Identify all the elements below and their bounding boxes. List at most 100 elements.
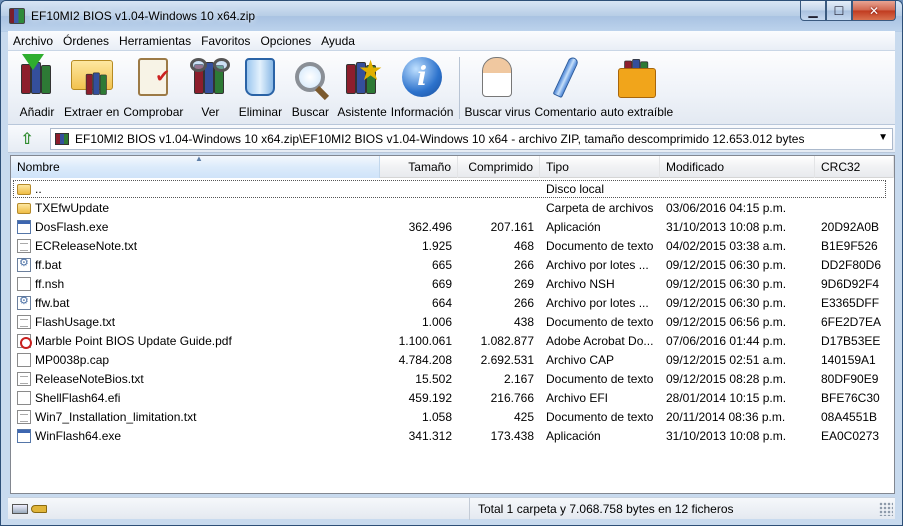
cell-size-text: 15.502 [415, 371, 452, 386]
drive-icon[interactable] [12, 503, 28, 514]
cell-size: 4.784.208 [380, 350, 458, 369]
virus-scan-button[interactable]: Buscar virus [464, 51, 530, 123]
table-row[interactable]: ReleaseNoteBios.txt 15.502 2.167 Documento … [11, 369, 894, 388]
title-bar[interactable]: EF10MI2 BIOS v1.04-Windows 10 x64.zip ▁ … [1, 1, 902, 31]
sfx-button[interactable]: auto extraíble [600, 51, 674, 123]
cell-modified [660, 179, 815, 198]
cell-name-text: .. [35, 181, 42, 196]
cell-size: 664 [380, 293, 458, 312]
view-button[interactable]: Ver [187, 51, 233, 123]
cell-modified-text: 09/12/2015 08:28 p.m. [666, 371, 787, 386]
minimize-button[interactable]: ▁ [800, 1, 826, 21]
menu-archivo[interactable]: Archivo [8, 34, 58, 48]
cell-crc-text: 140159A1 [821, 352, 876, 367]
cell-compressed-text: 1.082.877 [480, 333, 534, 348]
add-button[interactable]: Añadir [14, 51, 60, 123]
column-header-modified[interactable]: Modificado [660, 156, 815, 178]
cell-crc-text: 80DF90E9 [821, 371, 879, 386]
wizard-button[interactable]: ★ Asistente [337, 51, 386, 123]
menu-herramientas[interactable]: Herramientas [114, 34, 196, 48]
column-header-type-label: Tipo [546, 160, 569, 174]
cell-crc: DD2F80D6 [815, 255, 894, 274]
cell-modified-text: 28/01/2014 10:15 p.m. [666, 390, 787, 405]
table-row[interactable]: ff.nsh 669 269 Archivo NSH 09/12/2015 06:30 … [11, 274, 894, 293]
menu-favoritos[interactable]: Favoritos [196, 34, 255, 48]
cell-compressed-text: 438 [513, 314, 534, 329]
search-magnifier-icon [287, 54, 333, 101]
cell-size [380, 179, 458, 198]
cell-type-text: Adobe Acrobat Do... [546, 333, 654, 348]
window-controls: ▁ ☐ ✕ [800, 1, 896, 21]
cell-crc: 20D92A0B [815, 217, 894, 236]
cell-name-text: DosFlash.exe [35, 219, 109, 234]
window-title: EF10MI2 BIOS v1.04-Windows 10 x64.zip [31, 9, 256, 23]
table-row[interactable]: Win7_Installation_limitation.txt 1.058 425… [11, 407, 894, 426]
find-button-label: Buscar [291, 105, 330, 119]
table-row[interactable]: MP0038p.cap 4.784.208 2.692.531 Archivo CAP… [11, 350, 894, 369]
status-icons [8, 497, 470, 520]
cell-size-text: 664 [431, 295, 452, 310]
menu-ordenes[interactable]: Órdenes [58, 34, 114, 48]
sfx-button-label: auto extraíble [600, 105, 674, 119]
table-row[interactable]: Marble Point BIOS Update Guide.pdf 1.100.… [11, 331, 894, 350]
cell-name: ECReleaseNote.txt [11, 236, 380, 255]
table-row[interactable]: ff.bat 665 266 Archivo por lotes ... 09/12/2… [11, 255, 894, 274]
chevron-down-icon[interactable]: ▼ [878, 132, 888, 143]
table-row[interactable]: ffw.bat 664 266 Archivo por lotes ... 09/12/… [11, 293, 894, 312]
table-row[interactable]: .. Disco local [11, 179, 894, 198]
column-header-crc[interactable]: CRC32 [815, 156, 894, 178]
comment-button[interactable]: Comentario [534, 51, 597, 123]
table-row[interactable]: TXEfwUpdate Carpeta de archivos 03/06/2016… [11, 198, 894, 217]
menu-opciones[interactable]: Opciones [255, 34, 316, 48]
cell-name-text: ECReleaseNote.txt [35, 238, 138, 253]
test-button[interactable]: ✔ Comprobar [123, 51, 183, 123]
cell-type: Archivo NSH [540, 274, 660, 293]
table-row[interactable]: ECReleaseNote.txt 1.925 468 Documento de te… [11, 236, 894, 255]
cell-compressed [458, 179, 540, 198]
column-header-size[interactable]: Tamaño [380, 156, 458, 178]
folder-icon [17, 203, 31, 214]
cell-size: 362.496 [380, 217, 458, 236]
column-header-compressed[interactable]: Comprimido [458, 156, 540, 178]
doctor-shape [482, 57, 513, 97]
resize-grip[interactable] [879, 501, 893, 516]
cell-compressed-text: 266 [513, 295, 534, 310]
cell-modified-text: 09/12/2015 06:30 p.m. [666, 276, 787, 291]
cell-name: .. [11, 179, 380, 198]
cell-type: Disco local [540, 179, 660, 198]
extract-button[interactable]: Extraer en [64, 51, 119, 123]
sfx-gift-icon [614, 54, 660, 100]
column-header-name[interactable]: ▲ Nombre [11, 154, 380, 178]
key-icon[interactable] [31, 504, 47, 513]
cell-crc-text: D17B53EE [821, 333, 881, 348]
cell-name-text: FlashUsage.txt [35, 314, 116, 329]
file-rows: .. Disco local TXEfwUpdate Carpeta de archi… [11, 179, 894, 445]
sort-ascending-icon: ▲ [195, 154, 203, 163]
comment-pen-icon [543, 54, 589, 100]
up-folder-button[interactable]: ⇧ [16, 128, 38, 150]
extract-button-label: Extraer en [64, 105, 120, 119]
maximize-button[interactable]: ☐ [826, 1, 852, 21]
cell-type: Archivo por lotes ... [540, 293, 660, 312]
delete-button[interactable]: Eliminar [237, 51, 283, 123]
find-button[interactable]: Buscar [287, 51, 333, 123]
close-button[interactable]: ✕ [852, 1, 896, 21]
table-row[interactable]: WinFlash64.exe 341.312 173.438 Aplicación 31… [11, 426, 894, 445]
menu-ayuda[interactable]: Ayuda [316, 34, 360, 48]
cell-modified-text: 09/12/2015 06:30 p.m. [666, 257, 787, 272]
virus-scan-icon [474, 54, 520, 100]
table-row[interactable]: ShellFlash64.efi 459.192 216.766 Archivo EF… [11, 388, 894, 407]
cell-compressed-text: 2.167 [503, 371, 534, 386]
winrar-app-icon[interactable] [9, 8, 25, 24]
info-button[interactable]: i Información [391, 51, 453, 123]
cell-type-text: Archivo por lotes ... [546, 295, 649, 310]
table-row[interactable]: FlashUsage.txt 1.006 438 Documento de texto… [11, 312, 894, 331]
cell-type: Aplicación [540, 217, 660, 236]
cell-modified: 09/12/2015 02:51 a.m. [660, 350, 815, 369]
path-combobox[interactable]: EF10MI2 BIOS v1.04-Windows 10 x64.zip\EF… [50, 127, 893, 150]
address-bar: ⇧ EF10MI2 BIOS v1.04-Windows 10 x64.zip\… [8, 125, 895, 153]
table-row[interactable]: DosFlash.exe 362.496 207.161 Aplicación 31/1… [11, 217, 894, 236]
cell-compressed-text: 2.692.531 [480, 352, 534, 367]
file-list[interactable]: ▲ Nombre Tamaño Comprimido Tipo Modifica… [10, 154, 895, 494]
column-header-type[interactable]: Tipo [540, 156, 660, 178]
